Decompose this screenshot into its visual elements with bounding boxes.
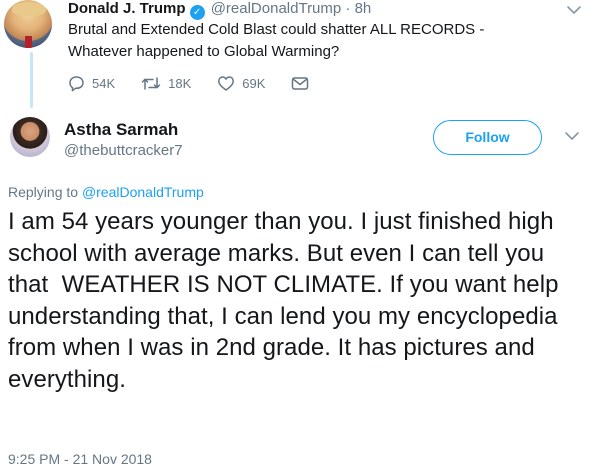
avatar[interactable]: [10, 117, 50, 157]
avatar[interactable]: [4, 0, 52, 48]
chevron-down-icon[interactable]: [564, 130, 580, 142]
reply-author-handle[interactable]: @thebuttcracker7: [64, 142, 183, 159]
avatar-hair: [12, 2, 46, 16]
reply-button[interactable]: 54K: [68, 75, 115, 92]
retweet-icon: [141, 76, 161, 90]
verified-badge-icon: ✓: [189, 5, 205, 20]
replying-to-line: Replying to @realDonaldTrump: [8, 184, 204, 200]
follow-button[interactable]: Follow: [433, 120, 542, 155]
reply-icon: [69, 75, 84, 91]
thread-connector-line: [30, 52, 33, 108]
retweet-button[interactable]: 18K: [141, 75, 191, 92]
parent-author-name[interactable]: Donald J. Trump: [68, 0, 186, 17]
like-button[interactable]: 69K: [217, 75, 265, 92]
like-count: 69K: [242, 75, 266, 91]
header-separator: ·: [345, 0, 351, 17]
parent-tweet-time[interactable]: 8h: [355, 0, 372, 17]
retweet-count: 18K: [168, 75, 192, 91]
chevron-down-icon[interactable]: [566, 4, 582, 16]
tweet-timestamp[interactable]: 9:25 PM - 21 Nov 2018: [8, 451, 152, 467]
parent-author-handle[interactable]: @realDonaldTrump: [211, 0, 342, 17]
replying-to-prefix: Replying to: [8, 184, 79, 200]
tweet-action-bar: 54K 18K 69K: [68, 71, 342, 95]
parent-tweet-header: Donald J. Trump ✓ @realDonaldTrump · 8h: [68, 0, 371, 20]
replying-to-link[interactable]: @realDonaldTrump: [82, 184, 204, 200]
avatar-tie: [25, 36, 32, 48]
parent-tweet-text: Brutal and Extended Cold Blast could sha…: [68, 21, 485, 60]
message-button[interactable]: [291, 76, 316, 91]
parent-tweet[interactable]: Donald J. Trump ✓ @realDonaldTrump · 8h B…: [0, 0, 594, 108]
reply-author-name[interactable]: Astha Sarmah: [64, 120, 178, 140]
reply-count: 54K: [92, 75, 116, 91]
like-icon: [218, 75, 235, 91]
message-icon: [292, 76, 309, 90]
reply-tweet-text: I am 54 years younger than you. I just f…: [8, 208, 566, 393]
